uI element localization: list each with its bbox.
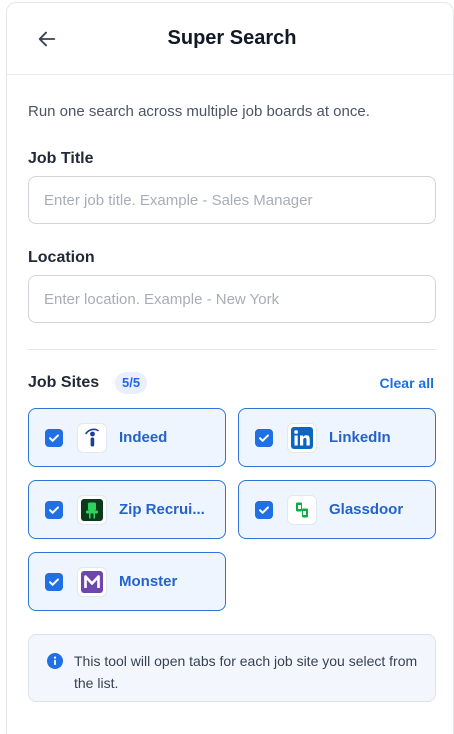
site-name: LinkedIn xyxy=(329,429,391,446)
site-name: Indeed xyxy=(119,429,168,446)
checkmark-icon xyxy=(49,578,59,586)
clear-all-link[interactable]: Clear all xyxy=(380,375,434,391)
ziprecruiter-logo-icon xyxy=(77,495,107,525)
site-name: Glassdoor xyxy=(329,501,404,518)
location-label: Location xyxy=(28,249,95,266)
site-checkbox[interactable] xyxy=(255,429,273,447)
site-checkbox[interactable] xyxy=(255,501,273,519)
job-sites-label: Job Sites xyxy=(28,374,100,391)
site-card-indeed[interactable]: Indeed xyxy=(28,408,226,467)
divider xyxy=(28,349,436,350)
description-text: Run one search across multiple job board… xyxy=(28,103,370,120)
job-sites-count-badge: 5/5 xyxy=(115,372,148,394)
location-input[interactable] xyxy=(28,275,436,323)
site-checkbox[interactable] xyxy=(45,429,63,447)
site-checkbox[interactable] xyxy=(45,501,63,519)
glassdoor-logo-icon xyxy=(287,495,317,525)
info-notice: This tool will open tabs for each job si… xyxy=(28,634,436,702)
site-card-ziprecruiter[interactable]: Zip Recrui... xyxy=(28,480,226,539)
site-card-glassdoor[interactable]: Glassdoor xyxy=(238,480,436,539)
indeed-logo-icon xyxy=(77,423,107,453)
checkmark-icon xyxy=(259,506,269,514)
monster-logo-icon xyxy=(77,567,107,597)
page-title: Super Search xyxy=(167,27,297,49)
checkmark-icon xyxy=(49,434,59,442)
site-checkbox[interactable] xyxy=(45,573,63,591)
job-title-input[interactable] xyxy=(28,176,436,224)
site-name: Zip Recrui... xyxy=(119,501,205,518)
site-card-monster[interactable]: Monster xyxy=(28,552,226,611)
panel-header: Super Search xyxy=(7,3,453,75)
linkedin-logo-icon xyxy=(287,423,317,453)
checkmark-icon xyxy=(49,506,59,514)
site-name: Monster xyxy=(119,573,178,590)
info-text: This tool will open tabs for each job si… xyxy=(74,653,418,691)
site-card-linkedin[interactable]: LinkedIn xyxy=(238,408,436,467)
super-search-panel: Super Search Run one search across multi… xyxy=(6,2,454,734)
checkmark-icon xyxy=(259,434,269,442)
info-icon xyxy=(47,653,63,669)
job-title-label: Job Title xyxy=(28,150,94,167)
